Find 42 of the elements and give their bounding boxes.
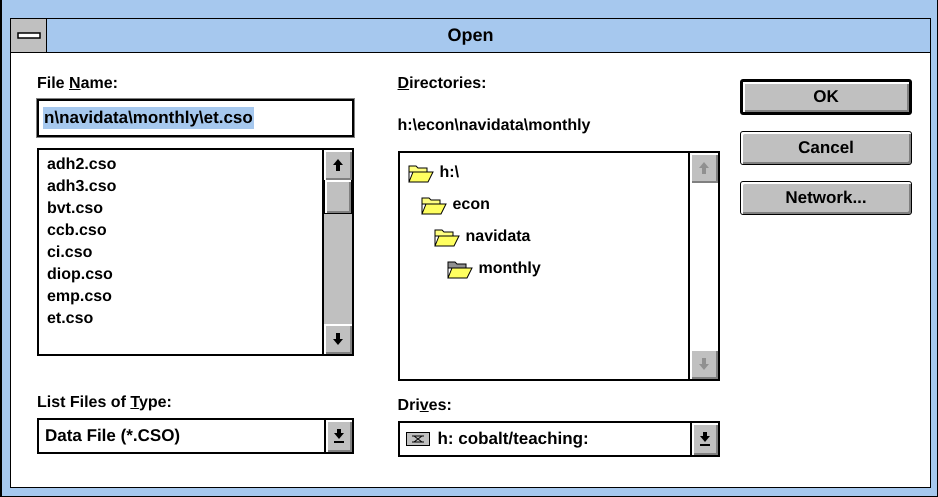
- directory-item[interactable]: h:\: [408, 157, 460, 189]
- field-label: File Name:: [37, 75, 119, 94]
- scroll-up-button[interactable]: [324, 150, 352, 180]
- directory-item[interactable]: monthly: [446, 253, 541, 285]
- folder-icon: [446, 259, 473, 279]
- down-arrow-icon: [700, 432, 710, 446]
- file-type-dropdown[interactable]: Data File (*.CSO): [37, 418, 354, 454]
- folder-icon: [434, 227, 460, 247]
- field-label: Directories:: [398, 75, 488, 94]
- file-item[interactable]: bvt.cso: [47, 198, 314, 220]
- up-arrow-icon: [699, 162, 709, 174]
- directory-item[interactable]: econ: [420, 189, 490, 221]
- file-name-field[interactable]: n\navidata\monthly\et.cso: [37, 99, 354, 137]
- window-title: Open: [446, 24, 494, 47]
- scroll-thumb[interactable]: [324, 180, 352, 214]
- down-arrow-icon: [334, 429, 344, 443]
- down-arrow-icon: [332, 333, 343, 345]
- dash-icon: [16, 32, 40, 40]
- file-item[interactable]: adh3.cso: [47, 176, 314, 198]
- folder-icon: [420, 195, 447, 215]
- file-item[interactable]: emp.cso: [47, 286, 314, 308]
- dialog-button[interactable]: Network...: [740, 181, 912, 215]
- field-label: List Files of Type:: [37, 394, 173, 413]
- file-item[interactable]: ci.cso: [47, 242, 314, 264]
- dropdown-button[interactable]: [690, 423, 718, 455]
- file-item[interactable]: et.cso: [47, 308, 314, 330]
- directory-item[interactable]: navidata: [434, 221, 530, 253]
- file-item[interactable]: ccb.cso: [47, 220, 314, 242]
- down-arrow-icon: [699, 358, 709, 370]
- drives-dropdown[interactable]: h: cobalt/teaching:: [398, 421, 720, 457]
- drive-icon: [406, 432, 430, 446]
- file-item[interactable]: adh2.cso: [47, 154, 314, 176]
- file-item[interactable]: diop.cso: [47, 264, 314, 286]
- dialog-button[interactable]: Cancel: [740, 131, 912, 165]
- scroll-down-button[interactable]: [324, 324, 352, 354]
- directory-path: h:\econ\navidata\monthly: [398, 117, 592, 135]
- dialog-button[interactable]: OK: [740, 79, 912, 115]
- field-label: Drives:: [398, 397, 453, 416]
- up-arrow-icon: [332, 159, 343, 171]
- folder-icon: [408, 163, 434, 183]
- system-menu-button[interactable]: [11, 19, 47, 52]
- dropdown-button[interactable]: [324, 420, 352, 452]
